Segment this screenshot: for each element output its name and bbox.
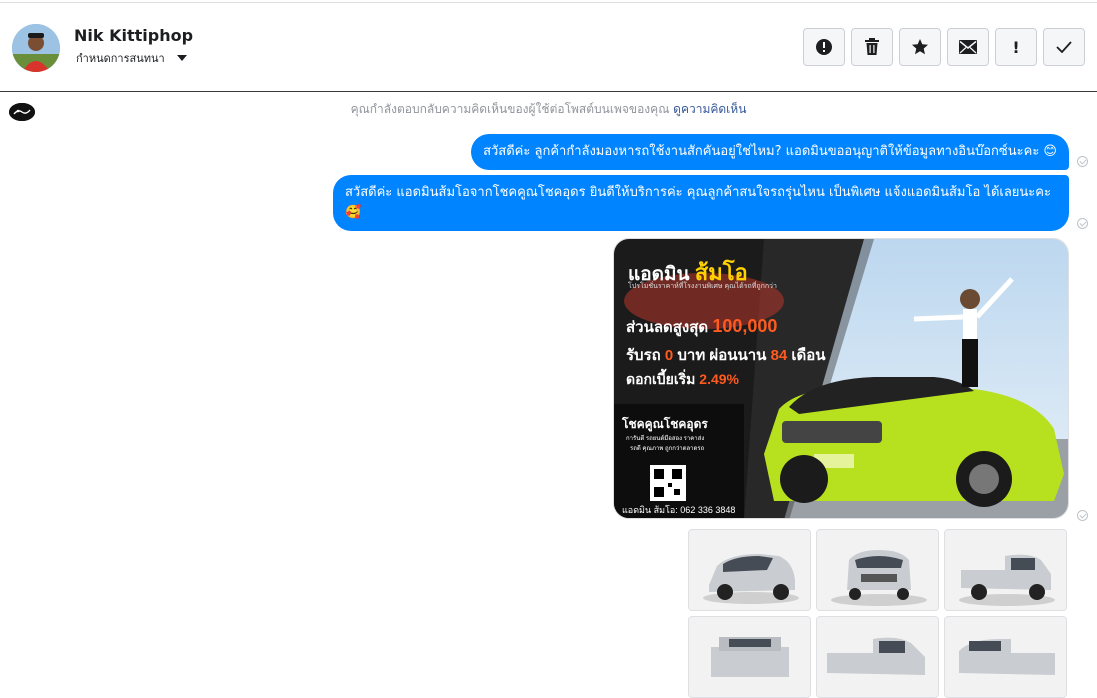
promo-line2-months: 84 xyxy=(770,347,788,364)
mark-done-button[interactable] xyxy=(1043,28,1085,66)
trash-icon xyxy=(865,38,879,55)
envelope-icon xyxy=(959,40,977,54)
photo-thumbnail[interactable] xyxy=(688,616,811,698)
promo-discount-value: 100,000 xyxy=(712,316,778,336)
promo-contact: แอดมิน ส้มโอ: 062 336 3848 xyxy=(622,505,736,515)
photo-thumbnail[interactable] xyxy=(816,616,939,698)
seen-check-icon xyxy=(1077,218,1088,229)
promo-discount-label: ส่วนลดสูงสุด xyxy=(626,319,709,336)
seen-check-icon xyxy=(1077,156,1088,167)
message-bubble[interactable]: สวัสดีค่ะ ลูกค้ากำลังมองหารถใช้งานสักคัน… xyxy=(471,134,1069,170)
delete-button[interactable] xyxy=(851,28,893,66)
seen-check-icon xyxy=(1077,510,1088,521)
photo-thumbnail[interactable] xyxy=(944,529,1067,611)
star-button[interactable] xyxy=(899,28,941,66)
promo-line2-c: เดือน xyxy=(791,347,826,364)
contact-name[interactable]: Nik Kittiphop xyxy=(74,26,193,45)
contact-avatar[interactable] xyxy=(12,24,60,72)
report-spam-button[interactable] xyxy=(803,28,845,66)
star-icon xyxy=(912,39,928,55)
follow-up-button[interactable]: ! xyxy=(995,28,1037,66)
photo-grid-attachment xyxy=(688,529,1067,698)
exclamation-icon: ! xyxy=(1012,37,1020,57)
promo-line2-a: รับรถ xyxy=(626,347,661,364)
assign-conversation-dropdown[interactable]: กำหนดการสนทนา xyxy=(76,49,187,67)
mark-unread-button[interactable] xyxy=(947,28,989,66)
promo-dealer-name: โชคคูณโชคอุดร xyxy=(622,417,708,431)
check-icon xyxy=(1056,41,1072,53)
header-actions: ! xyxy=(803,28,1085,66)
promo-dealer-sub2: รถดี คุณภาพ ถูกกว่าตลาดรถ xyxy=(630,446,705,452)
photo-thumbnail[interactable] xyxy=(944,616,1067,698)
promo-dealer-sub1: การันตี รถยนต์มือสอง ราคาส่ง xyxy=(626,436,705,442)
caret-down-icon xyxy=(176,55,187,61)
promo-line3-rate: 2.49% xyxy=(699,371,739,387)
reply-context-text: คุณกำลังตอบกลับความคิดเห็นของผู้ใช้ต่อโพ… xyxy=(350,102,670,116)
photo-thumbnail[interactable] xyxy=(688,529,811,611)
reply-context-note: คุณกำลังตอบกลับความคิดเห็นของผู้ใช้ต่อโพ… xyxy=(0,100,1097,119)
promo-image-attachment[interactable]: แอดมิน ส้มโอ โปรโมชั่นราคาห์ที่โรงงานพิเ… xyxy=(613,238,1069,519)
alert-circle-icon xyxy=(816,39,832,55)
photo-thumbnail[interactable] xyxy=(816,529,939,611)
assign-label: กำหนดการสนทนา xyxy=(76,52,165,65)
promo-line2-zero: 0 xyxy=(664,347,674,364)
view-comment-link[interactable]: ดูความคิดเห็น xyxy=(673,102,746,116)
promo-line3-label: ดอกเบี้ยเริ่ม xyxy=(626,371,696,387)
conversation-header: Nik Kittiphop กำหนดการสนทนา ! xyxy=(0,3,1097,92)
promo-tagline: โปรโมชั่นราคาห์ที่โรงงานพิเศษ คุณได้รถที… xyxy=(628,283,777,290)
promo-line2-b: บาท ผ่อนนาน xyxy=(677,347,767,364)
message-bubble[interactable]: สวัสดีค่ะ แอดมินส้มโอจากโชคคูณโชคอุดร ยิ… xyxy=(333,175,1069,231)
